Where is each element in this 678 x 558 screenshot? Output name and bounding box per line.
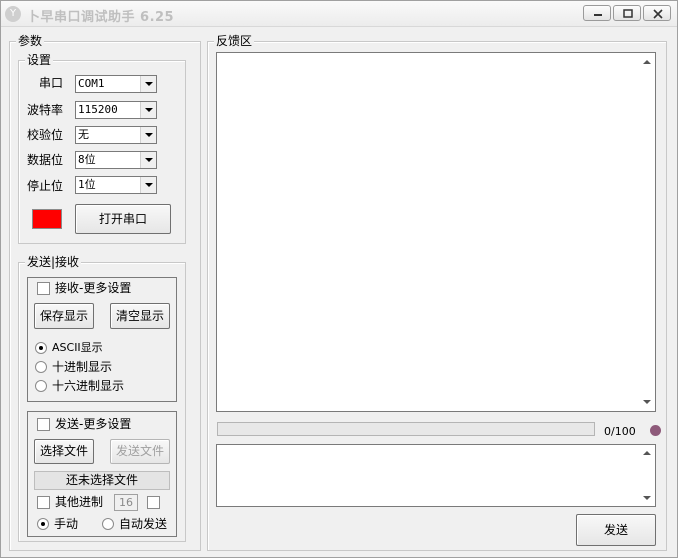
manual-send-label: 手动 [54,517,79,531]
stopbits-value: 1位 [78,178,96,191]
hex-display-label: 十六进制显示 [52,379,125,393]
baud-select[interactable]: 115200 [75,101,157,119]
send-more-settings-checkbox[interactable] [37,418,50,431]
auto-send-label: 自动发送 [119,517,168,531]
ascii-display-radio[interactable] [35,342,47,354]
minimize-icon [594,14,602,16]
send-button[interactable]: 发送 [576,514,656,546]
main-window: Y 卜早串口调试助手 6.25 参数 设置 串口 COM1 波特率 115200 [0,0,678,558]
send-more-settings-label: 发送-更多设置 [55,417,132,431]
send-textarea[interactable] [216,444,656,507]
feedback-group-label: 反馈区 [214,34,255,48]
choose-file-button[interactable]: 选择文件 [34,439,94,464]
other-base-label: 其他进制 [55,495,104,509]
decimal-display-label: 十进制显示 [52,360,113,374]
feedback-group: 反馈区 0/100 发送 [207,34,667,551]
settings-group: 设置 串口 COM1 波特率 115200 校验位 无 数据位 8位 停止位 1… [18,53,186,244]
chevron-down-icon [145,183,153,187]
databits-select[interactable]: 8位 [75,151,157,169]
databits-label: 数据位 [27,153,64,167]
clear-display-button[interactable]: 清空显示 [110,303,170,329]
stopbits-dropdown-button[interactable] [140,177,156,193]
sendrecv-group-label: 发送|接收 [25,255,82,269]
send-scrollbar[interactable] [639,445,655,506]
port-status-indicator [32,209,62,229]
progress-bar [217,422,595,436]
receive-more-settings-label: 接收-更多设置 [55,281,132,295]
chevron-down-icon [145,82,153,86]
sendrecv-group: 发送|接收 接收-更多设置 保存显示 清空显示 ASCII显示 十进制显示 十六… [18,255,186,542]
maximize-button[interactable] [613,5,641,21]
auto-send-radio[interactable] [102,518,114,530]
app-icon: Y [5,6,21,22]
port-dropdown-button[interactable] [140,76,156,92]
port-label: 串口 [39,76,64,90]
other-base-extra-checkbox[interactable] [147,496,160,509]
baud-label: 波特率 [27,103,64,117]
minimize-button[interactable] [583,5,611,21]
stopbits-select[interactable]: 1位 [75,176,157,194]
send-file-button[interactable]: 发送文件 [110,439,170,464]
baud-value: 115200 [78,103,118,116]
chevron-down-icon [145,158,153,162]
window-title: 卜早串口调试助手 6.25 [27,10,175,25]
settings-group-label: 设置 [25,53,54,67]
file-status: 还未选择文件 [34,471,170,490]
databits-value: 8位 [78,153,96,166]
scroll-down-icon[interactable] [643,496,651,501]
feedback-scrollbar[interactable] [639,53,655,411]
manual-send-radio[interactable] [37,518,49,530]
params-group-label: 参数 [16,34,45,48]
scroll-up-icon[interactable] [643,450,651,455]
feedback-textarea[interactable] [216,52,656,412]
progress-text: 0/100 [604,425,636,438]
stopbits-label: 停止位 [27,179,64,193]
scroll-up-icon[interactable] [643,59,651,64]
port-select[interactable]: COM1 [75,75,157,93]
scroll-down-icon[interactable] [643,400,651,405]
hex-display-radio[interactable] [35,380,47,392]
chevron-down-icon [145,133,153,137]
other-base-checkbox[interactable] [37,496,50,509]
maximize-icon [623,9,633,18]
parity-dropdown-button[interactable] [140,127,156,143]
activity-indicator [650,425,661,436]
receive-panel: 接收-更多设置 保存显示 清空显示 ASCII显示 十进制显示 十六进制显示 [27,277,177,402]
receive-more-settings-checkbox[interactable] [37,282,50,295]
send-panel: 发送-更多设置 选择文件 发送文件 还未选择文件 其他进制 16 手动 自动发送 [27,411,177,537]
close-button[interactable] [643,5,671,21]
port-value: COM1 [78,77,105,90]
ascii-display-label: ASCII显示 [52,341,103,354]
parity-value: 无 [78,128,89,141]
params-group: 参数 设置 串口 COM1 波特率 115200 校验位 无 数据位 8位 停止… [9,34,201,551]
other-base-input[interactable]: 16 [114,494,138,511]
decimal-display-radio[interactable] [35,361,47,373]
close-icon [653,9,663,19]
chevron-down-icon [145,108,153,112]
parity-label: 校验位 [27,128,64,142]
save-display-button[interactable]: 保存显示 [34,303,94,329]
parity-select[interactable]: 无 [75,126,157,144]
open-port-button[interactable]: 打开串口 [75,204,171,234]
databits-dropdown-button[interactable] [140,152,156,168]
title-bar[interactable]: Y 卜早串口调试助手 6.25 [1,1,677,27]
baud-dropdown-button[interactable] [140,102,156,118]
